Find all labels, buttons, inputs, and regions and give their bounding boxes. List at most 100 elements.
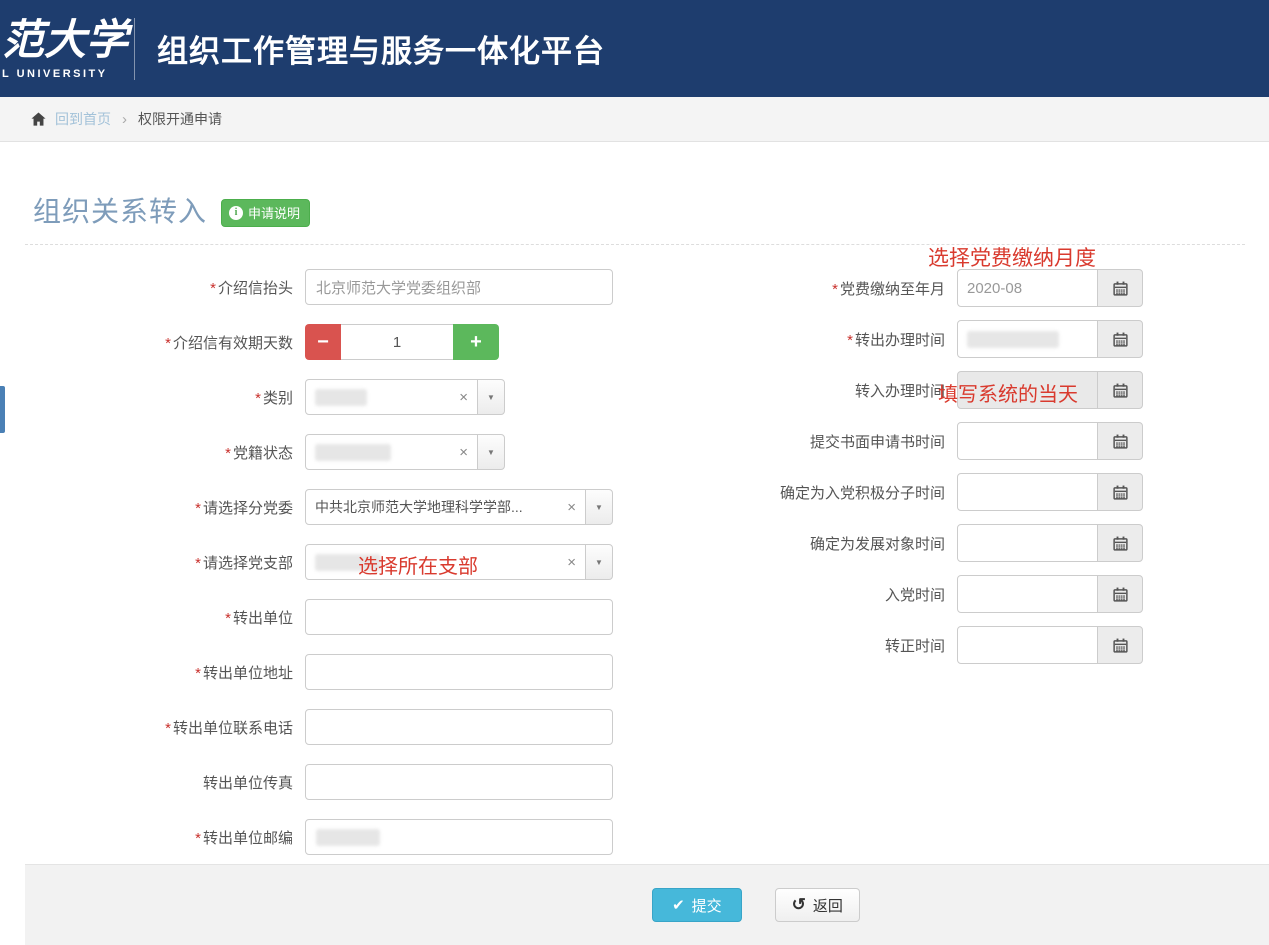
logo-english-text: L UNIVERSITY (2, 68, 128, 80)
caret-down-icon: ▼ (487, 393, 495, 402)
field-label-text: 入党时间 (885, 587, 945, 604)
university-logo: 范大学 L UNIVERSITY (0, 17, 128, 80)
date-input-group[interactable] (957, 473, 1143, 511)
field-label-text: 转出单位地址 (203, 665, 293, 682)
date-input[interactable] (957, 575, 1098, 613)
page-title-row: 组织关系转入 i 申请说明 (33, 192, 1245, 228)
select-value-area[interactable]: 选择所在支部× (305, 544, 586, 580)
field-label-text: 介绍信抬头 (218, 280, 293, 297)
field-label-text: 提交书面申请书时间 (810, 434, 945, 451)
field-label-text: 党费缴纳至年月 (840, 281, 945, 298)
application-help-badge[interactable]: i 申请说明 (221, 199, 310, 227)
calendar-icon (1113, 383, 1128, 398)
required-asterisk: * (195, 665, 201, 682)
select-value-area[interactable]: × (305, 379, 478, 415)
increment-button[interactable]: + (453, 324, 499, 360)
calendar-button[interactable] (1097, 473, 1143, 511)
field-label: *转出单位地址 (25, 662, 305, 683)
required-asterisk: * (165, 720, 171, 737)
text-input[interactable] (305, 819, 613, 855)
calendar-button[interactable] (1097, 320, 1143, 358)
field-label-text: 介绍信有效期天数 (173, 335, 293, 352)
clear-icon[interactable]: × (453, 444, 468, 461)
form-row: *介绍信抬头北京师范大学党委组织部 (25, 269, 640, 305)
form-row: *党费缴纳至年月2020-08 (720, 269, 1155, 307)
field-label: 确定为入党积极分子时间 (720, 482, 957, 503)
field-label-text: 请选择党支部 (203, 555, 293, 572)
stepper-value[interactable]: 1 (341, 324, 453, 360)
calendar-button[interactable] (1097, 269, 1143, 307)
undo-icon: ↺ (792, 895, 806, 915)
form-row: *转出单位 (25, 599, 640, 635)
decrement-button[interactable]: − (305, 324, 341, 360)
form-row: *介绍信有效期天数−1+ (25, 324, 640, 360)
select-input[interactable]: 中共北京师范大学地理科学学部... × ▼ (305, 489, 613, 525)
field-label-text: 转出单位邮编 (203, 830, 293, 847)
date-input-group[interactable] (957, 320, 1143, 358)
back-button[interactable]: ↺ 返回 (775, 888, 860, 922)
required-asterisk: * (165, 335, 171, 352)
date-input[interactable] (957, 524, 1098, 562)
caret-down-icon: ▼ (595, 503, 603, 512)
calendar-button[interactable] (1097, 626, 1143, 664)
form-left-column: *介绍信抬头北京师范大学党委组织部*介绍信有效期天数−1+*类别×▼*党籍状态×… (25, 269, 640, 874)
breadcrumb: 回到首页 › 权限开通申请 (0, 97, 1269, 142)
select-arrow-button[interactable]: ▼ (477, 434, 505, 470)
submit-button[interactable]: ✔ 提交 (652, 888, 742, 922)
required-asterisk: * (832, 281, 838, 298)
select-value-area[interactable]: × (305, 434, 478, 470)
clear-icon[interactable]: × (453, 389, 468, 406)
field-label: *请选择分党委 (25, 497, 305, 518)
check-icon: ✔ (672, 896, 685, 914)
select-input[interactable]: 选择所在支部× ▼ (305, 544, 613, 580)
input-value: 北京师范大学党委组织部 (316, 277, 481, 298)
required-asterisk: * (225, 445, 231, 462)
date-input-group[interactable] (957, 626, 1143, 664)
calendar-button[interactable] (1097, 371, 1143, 409)
select-input[interactable]: ×▼ (305, 434, 505, 470)
select-input[interactable]: ×▼ (305, 379, 505, 415)
text-input[interactable] (305, 599, 613, 635)
required-asterisk: * (255, 390, 261, 407)
form-row: 确定为发展对象时间 (720, 524, 1155, 562)
required-asterisk: * (210, 280, 216, 297)
text-input[interactable]: 北京师范大学党委组织部 (305, 269, 613, 305)
selected-value: 中共北京师范大学地理科学学部... (315, 497, 523, 517)
calendar-icon (1113, 485, 1128, 500)
clear-icon[interactable]: × (561, 499, 576, 516)
calendar-button[interactable] (1097, 524, 1143, 562)
side-panel-handle[interactable] (0, 386, 5, 433)
select-arrow-button[interactable]: ▼ (477, 379, 505, 415)
caret-down-icon: ▼ (595, 558, 603, 567)
field-label: *介绍信抬头 (25, 277, 305, 298)
select-arrow-button[interactable]: ▼ (585, 544, 613, 580)
date-input-group[interactable] (957, 524, 1143, 562)
clear-icon[interactable]: × (561, 554, 576, 571)
calendar-button[interactable] (1097, 575, 1143, 613)
info-icon: i (229, 206, 243, 220)
select-value-area[interactable]: 中共北京师范大学地理科学学部... × (305, 489, 586, 525)
calendar-button[interactable] (1097, 422, 1143, 460)
date-input-group[interactable] (957, 575, 1143, 613)
text-input[interactable] (305, 709, 613, 745)
text-input[interactable] (305, 654, 613, 690)
date-input-group[interactable] (957, 422, 1143, 460)
date-input-group[interactable] (957, 371, 1143, 409)
date-input[interactable] (957, 320, 1098, 358)
form-row: *转出办理时间 (720, 320, 1155, 358)
date-input-group[interactable]: 2020-08 (957, 269, 1143, 307)
back-button-label: 返回 (813, 895, 843, 916)
select-arrow-button[interactable]: ▼ (585, 489, 613, 525)
date-input[interactable] (957, 473, 1098, 511)
field-label: 入党时间 (720, 584, 957, 605)
date-input[interactable] (957, 626, 1098, 664)
field-label-text: 转出单位传真 (203, 775, 293, 792)
date-input[interactable]: 2020-08 (957, 269, 1098, 307)
field-label: 提交书面申请书时间 (720, 431, 957, 452)
required-asterisk: * (195, 500, 201, 517)
field-label: *党费缴纳至年月 (720, 278, 957, 299)
date-input[interactable] (957, 422, 1098, 460)
text-input[interactable] (305, 764, 613, 800)
breadcrumb-home-link[interactable]: 回到首页 (55, 109, 111, 129)
date-input[interactable] (957, 371, 1098, 409)
